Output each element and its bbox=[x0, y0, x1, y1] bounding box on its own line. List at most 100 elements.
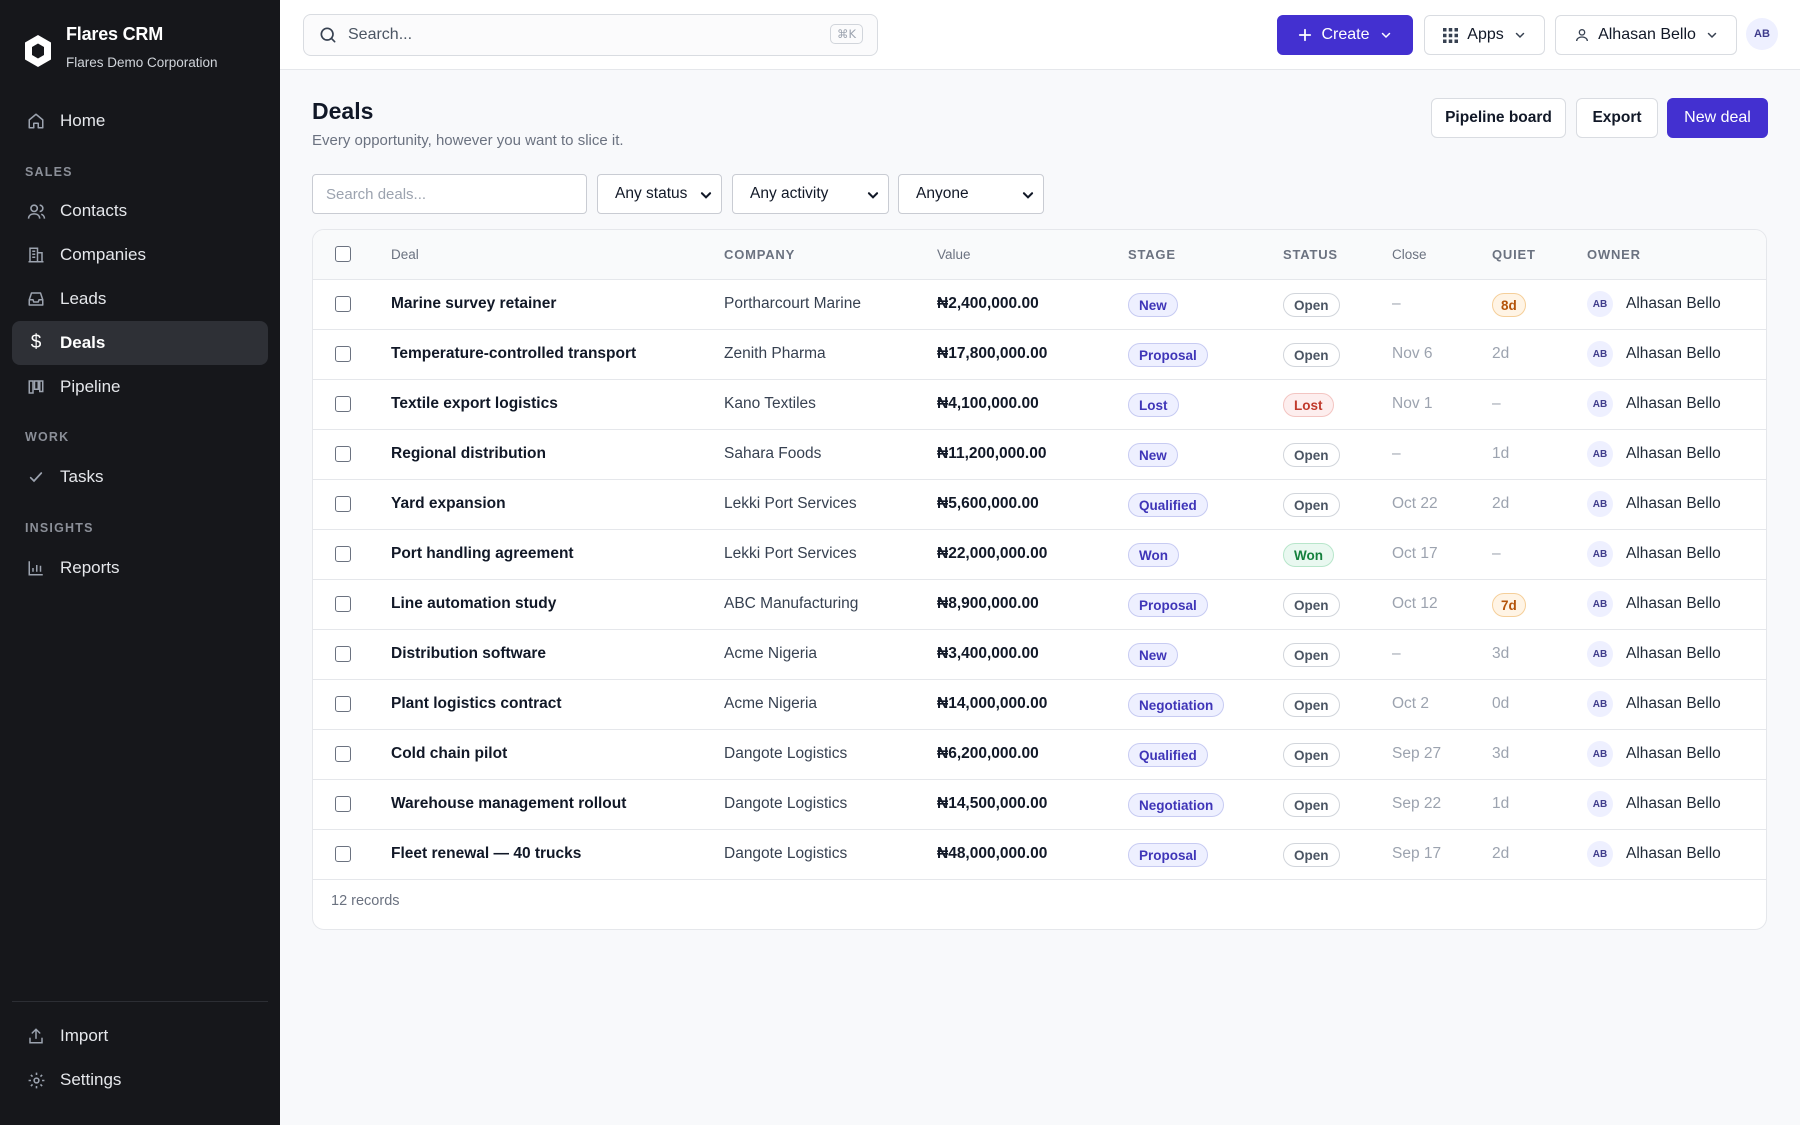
sidebar-item-label: Import bbox=[60, 1026, 109, 1045]
select-all-checkbox[interactable] bbox=[335, 246, 351, 262]
table-row[interactable]: Port handling agreement Lekki Port Servi… bbox=[313, 530, 1766, 580]
deal-name[interactable]: Regional distribution bbox=[391, 445, 546, 463]
row-checkbox[interactable] bbox=[335, 846, 351, 862]
quiet-days: 3d bbox=[1492, 645, 1510, 662]
company-name: Lekki Port Services bbox=[724, 495, 857, 512]
sidebar-item-label: Deals bbox=[60, 333, 106, 352]
company-name: Kano Textiles bbox=[724, 395, 816, 412]
table-row[interactable]: Textile export logistics Kano Textiles ₦… bbox=[313, 380, 1766, 430]
bar-chart-icon bbox=[26, 558, 46, 578]
row-checkbox[interactable] bbox=[335, 596, 351, 612]
table-row[interactable]: Cold chain pilot Dangote Logistics ₦6,20… bbox=[313, 730, 1766, 780]
deal-name[interactable]: Fleet renewal — 40 trucks bbox=[391, 845, 581, 863]
avatar[interactable]: AB bbox=[1746, 18, 1778, 50]
col-stage[interactable]: STAGE bbox=[1128, 247, 1176, 262]
sidebar-item-deals[interactable]: $ Deals bbox=[12, 321, 268, 365]
close-date: Sep 27 bbox=[1392, 745, 1442, 762]
row-checkbox[interactable] bbox=[335, 546, 351, 562]
close-date: Oct 2 bbox=[1392, 695, 1430, 712]
sidebar-item-import[interactable]: Import bbox=[12, 1014, 268, 1058]
col-value[interactable]: Value bbox=[937, 247, 971, 262]
sidebar-item-companies[interactable]: Companies bbox=[12, 233, 268, 277]
deal-name[interactable]: Marine survey retainer bbox=[391, 295, 556, 313]
company-name: Dangote Logistics bbox=[724, 745, 848, 762]
table-row[interactable]: Yard expansion Lekki Port Services ₦5,60… bbox=[313, 480, 1766, 530]
export-button[interactable]: Export bbox=[1576, 98, 1658, 138]
row-checkbox[interactable] bbox=[335, 796, 351, 812]
deal-name[interactable]: Distribution software bbox=[391, 645, 546, 663]
sidebar-item-pipeline[interactable]: Pipeline bbox=[12, 365, 268, 409]
avatar: AB bbox=[1587, 441, 1613, 467]
deal-name[interactable]: Cold chain pilot bbox=[391, 745, 507, 763]
status-filter-select[interactable]: Any status bbox=[597, 174, 722, 214]
sidebar-item-settings[interactable]: Settings bbox=[12, 1058, 268, 1102]
brand[interactable]: Flares CRM Flares Demo Corporation bbox=[24, 24, 218, 70]
col-quiet[interactable]: QUIET bbox=[1492, 247, 1536, 262]
user-icon bbox=[1574, 27, 1590, 43]
user-menu-button[interactable]: Alhasan Bello bbox=[1555, 15, 1737, 55]
table-row[interactable]: Line automation study ABC Manufacturing … bbox=[313, 580, 1766, 630]
row-checkbox[interactable] bbox=[335, 496, 351, 512]
inbox-icon bbox=[26, 289, 46, 309]
company-name: Acme Nigeria bbox=[724, 645, 818, 662]
page-title: Deals bbox=[312, 98, 374, 124]
deal-name[interactable]: Yard expansion bbox=[391, 495, 506, 513]
col-owner[interactable]: OWNER bbox=[1587, 247, 1641, 262]
sidebar-item-contacts[interactable]: Contacts bbox=[12, 189, 268, 233]
sidebar-item-tasks[interactable]: Tasks bbox=[12, 455, 268, 499]
deal-value: ₦17,800,000.00 bbox=[937, 345, 1048, 362]
row-checkbox[interactable] bbox=[335, 746, 351, 762]
close-date: – bbox=[1392, 445, 1401, 462]
status-badge: Open bbox=[1283, 693, 1340, 717]
sidebar-item-label: Settings bbox=[60, 1070, 122, 1089]
deal-search-input[interactable]: Search deals... bbox=[312, 174, 587, 214]
avatar: AB bbox=[1587, 341, 1613, 367]
sidebar-item-reports[interactable]: Reports bbox=[12, 546, 268, 590]
quiet-days: 3d bbox=[1492, 745, 1510, 762]
table-row[interactable]: Plant logistics contract Acme Nigeria ₦1… bbox=[313, 680, 1766, 730]
quiet-days: – bbox=[1492, 395, 1501, 412]
row-checkbox[interactable] bbox=[335, 396, 351, 412]
deal-name[interactable]: Port handling agreement bbox=[391, 545, 574, 563]
company-name: Dangote Logistics bbox=[724, 795, 848, 812]
pipeline-board-button[interactable]: Pipeline board bbox=[1431, 98, 1566, 138]
deal-name[interactable]: Plant logistics contract bbox=[391, 695, 562, 713]
col-close[interactable]: Close bbox=[1392, 247, 1427, 262]
table-row[interactable]: Warehouse management rollout Dangote Log… bbox=[313, 780, 1766, 830]
status-badge: Open bbox=[1283, 443, 1340, 467]
table-row[interactable]: Temperature-controlled transport Zenith … bbox=[313, 330, 1766, 380]
avatar: AB bbox=[1587, 391, 1613, 417]
apps-button[interactable]: Apps bbox=[1424, 15, 1545, 55]
deal-name[interactable]: Warehouse management rollout bbox=[391, 795, 626, 813]
owner-name: Alhasan Bello bbox=[1626, 545, 1721, 562]
col-company[interactable]: COMPANY bbox=[724, 247, 795, 262]
deal-name[interactable]: Textile export logistics bbox=[391, 395, 558, 413]
deal-name[interactable]: Temperature-controlled transport bbox=[391, 345, 636, 363]
new-deal-button[interactable]: New deal bbox=[1667, 98, 1768, 138]
owner-filter-select[interactable]: Anyone bbox=[898, 174, 1044, 214]
col-status[interactable]: STATUS bbox=[1283, 247, 1338, 262]
col-deal[interactable]: Deal bbox=[391, 247, 419, 262]
company-name: Zenith Pharma bbox=[724, 345, 826, 362]
deal-name[interactable]: Line automation study bbox=[391, 595, 556, 613]
row-checkbox[interactable] bbox=[335, 296, 351, 312]
activity-filter-select[interactable]: Any activity bbox=[732, 174, 889, 214]
create-button[interactable]: Create bbox=[1277, 15, 1413, 55]
status-filter-value: Any status bbox=[615, 185, 688, 202]
table-row[interactable]: Fleet renewal — 40 trucks Dangote Logist… bbox=[313, 830, 1766, 880]
table-row[interactable]: Distribution software Acme Nigeria ₦3,40… bbox=[313, 630, 1766, 680]
sidebar-item-label: Leads bbox=[60, 289, 107, 308]
nav-section-sales: SALES bbox=[25, 165, 73, 179]
row-checkbox[interactable] bbox=[335, 696, 351, 712]
owner-name: Alhasan Bello bbox=[1626, 645, 1721, 662]
global-search-input[interactable]: Search... ⌘K bbox=[303, 14, 878, 56]
sidebar-item-leads[interactable]: Leads bbox=[12, 277, 268, 321]
sidebar-item-home[interactable]: Home bbox=[12, 99, 268, 143]
row-checkbox[interactable] bbox=[335, 346, 351, 362]
row-checkbox[interactable] bbox=[335, 646, 351, 662]
deal-value: ₦22,000,000.00 bbox=[937, 545, 1048, 562]
row-checkbox[interactable] bbox=[335, 446, 351, 462]
apps-label: Apps bbox=[1467, 26, 1504, 43]
table-row[interactable]: Regional distribution Sahara Foods ₦11,2… bbox=[313, 430, 1766, 480]
table-row[interactable]: Marine survey retainer Portharcourt Mari… bbox=[313, 280, 1766, 330]
